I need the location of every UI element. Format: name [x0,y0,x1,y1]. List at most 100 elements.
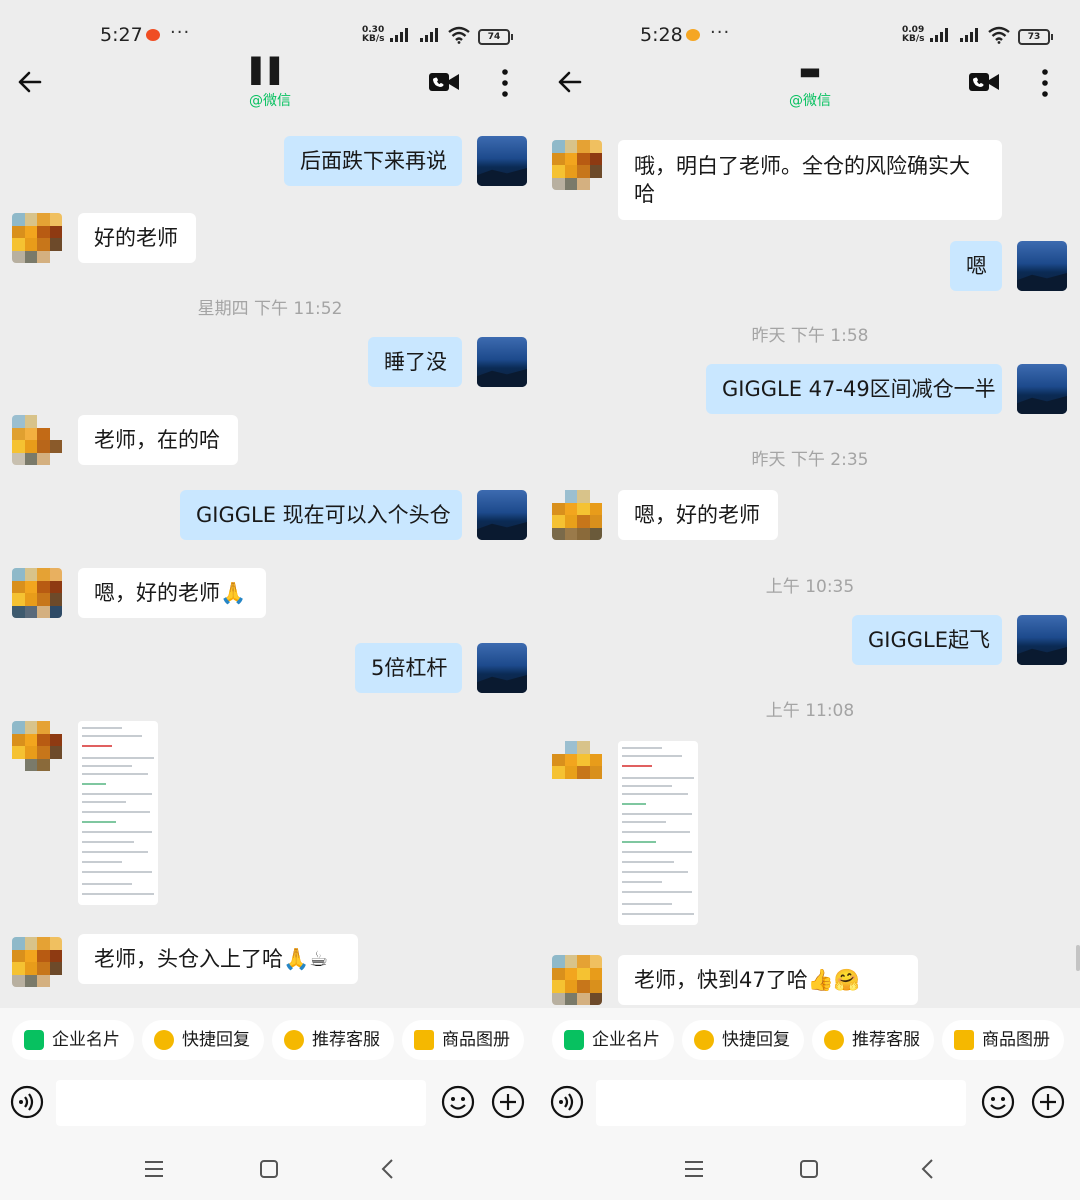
plus-icon[interactable] [491,1085,525,1119]
screenshot-image[interactable] [78,721,158,905]
contact-source: @微信 [789,93,831,109]
message-input[interactable] [56,1080,426,1126]
contact-avatar[interactable] [12,415,62,465]
quick-reply-icon [154,1030,174,1050]
video-call-icon[interactable] [428,70,460,94]
quick-reply-icon [694,1030,714,1050]
signal-icon [390,28,410,42]
video-call-icon[interactable] [968,70,1000,94]
business-card-button[interactable]: 企业名片 [12,1020,134,1060]
contact-avatar[interactable] [552,140,602,190]
product-catalog-button[interactable]: 商品图册 [942,1020,1064,1060]
recommend-service-icon [284,1030,304,1050]
contact-name: ▌▌ [251,57,289,85]
contact-message-bubble[interactable]: 嗯，好的老师 [618,490,778,540]
contact-avatar[interactable] [552,741,602,791]
recommend-service-button[interactable]: 推荐客服 [272,1020,394,1060]
contact-avatar[interactable] [12,568,62,618]
chat-header: ▌▌ @微信 [0,58,540,112]
battery-icon: 74 [478,29,513,45]
my-avatar[interactable] [477,643,527,693]
business-card-icon [24,1030,44,1050]
contact-source: @微信 [249,93,291,109]
signal-icon-2 [420,28,440,42]
my-avatar[interactable] [1017,615,1067,665]
screenshot-image[interactable] [618,741,698,925]
scrollbar[interactable] [1076,945,1080,971]
more-options-icon[interactable] [1038,68,1052,98]
recent-apps-icon[interactable] [684,1160,704,1178]
emoji-icon[interactable] [981,1085,1015,1119]
my-message-bubble[interactable]: 5倍杠杆 [355,643,462,693]
my-message-bubble[interactable]: GIGGLE 现在可以入个头仓 [180,490,462,540]
recommend-service-icon [824,1030,844,1050]
timestamp: 昨天 下午 2:35 [751,450,869,470]
my-avatar[interactable] [477,136,527,186]
business-card-button[interactable]: 企业名片 [552,1020,674,1060]
more-notifications-icon: ··· [710,22,731,43]
chat-screen-right: 5:28 ··· 0.09 KB/s 73 ▬ @微信 哦，明白了老师。全仓的风险… [540,0,1080,1200]
contact-message-bubble[interactable]: 哦，明白了老师。全仓的风险确实大哈 [618,140,1002,220]
wifi-icon [448,26,470,44]
timestamp: 上午 11:08 [765,701,855,721]
battery-icon: 73 [1018,29,1053,45]
recent-apps-icon[interactable] [144,1160,164,1178]
contact-message-bubble[interactable]: 老师，快到47了哈👍🤗 [618,955,918,1005]
timestamp: 昨天 下午 1:58 [751,326,869,346]
message-input[interactable] [596,1080,966,1126]
network-speed: 0.09 KB/s [902,25,925,44]
status-time: 5:27 [100,24,143,46]
product-catalog-icon [954,1030,974,1050]
my-avatar[interactable] [477,490,527,540]
nav-back-icon[interactable] [920,1158,934,1180]
contact-avatar[interactable] [552,955,602,1005]
contact-name: ▬ [798,57,822,85]
more-notifications-icon: ··· [170,22,191,43]
contact-message-bubble[interactable]: 老师，在的哈 [78,415,238,465]
contact-message-bubble[interactable]: 嗯，好的老师🙏 [78,568,266,618]
chat-header: ▬ @微信 [540,58,1080,112]
recommend-service-button[interactable]: 推荐客服 [812,1020,934,1060]
contact-avatar[interactable] [12,213,62,263]
input-bar [0,1072,540,1138]
quick-reply-button[interactable]: 快捷回复 [142,1020,264,1060]
contact-avatar[interactable] [552,490,602,540]
my-avatar[interactable] [1017,364,1067,414]
signal-icon-2 [960,28,980,42]
more-options-icon[interactable] [498,68,512,98]
quick-actions-bar: 企业名片 快捷回复 推荐客服 商品图册 [540,1008,1080,1072]
contact-message-bubble[interactable]: 老师，头仓入上了哈🙏☕ [78,934,358,984]
timestamp: 上午 10:35 [765,577,855,597]
contact-message-bubble[interactable]: 好的老师 [78,213,196,263]
signal-icon [930,28,950,42]
my-message-bubble[interactable]: 后面跌下来再说 [284,136,462,186]
back-arrow-icon[interactable] [16,68,44,96]
home-icon[interactable] [800,1160,818,1178]
product-catalog-icon [414,1030,434,1050]
quick-actions-bar: 企业名片 快捷回复 推荐客服 商品图册 [0,1008,540,1072]
contact-avatar[interactable] [12,937,62,987]
chat-title[interactable]: ▬ @微信 [760,58,860,110]
weibo-notification-icon [146,29,160,41]
my-message-bubble[interactable]: 睡了没 [368,337,462,387]
my-avatar[interactable] [477,337,527,387]
product-catalog-button[interactable]: 商品图册 [402,1020,524,1060]
home-icon[interactable] [260,1160,278,1178]
input-bar [540,1072,1080,1138]
my-message-bubble[interactable]: GIGGLE 47-49区间减仓一半 [706,364,1002,414]
contact-avatar[interactable] [12,721,62,771]
back-arrow-icon[interactable] [556,68,584,96]
business-card-icon [564,1030,584,1050]
voice-input-icon[interactable] [550,1085,584,1119]
my-message-bubble[interactable]: 嗯 [950,241,1002,291]
my-avatar[interactable] [1017,241,1067,291]
nav-back-icon[interactable] [380,1158,394,1180]
my-message-bubble[interactable]: GIGGLE起飞 [852,615,1002,665]
network-speed: 0.30 KB/s [362,25,385,44]
status-time: 5:28 [640,24,683,46]
plus-icon[interactable] [1031,1085,1065,1119]
emoji-icon[interactable] [441,1085,475,1119]
quick-reply-button[interactable]: 快捷回复 [682,1020,804,1060]
voice-input-icon[interactable] [10,1085,44,1119]
chat-title[interactable]: ▌▌ @微信 [220,58,320,110]
